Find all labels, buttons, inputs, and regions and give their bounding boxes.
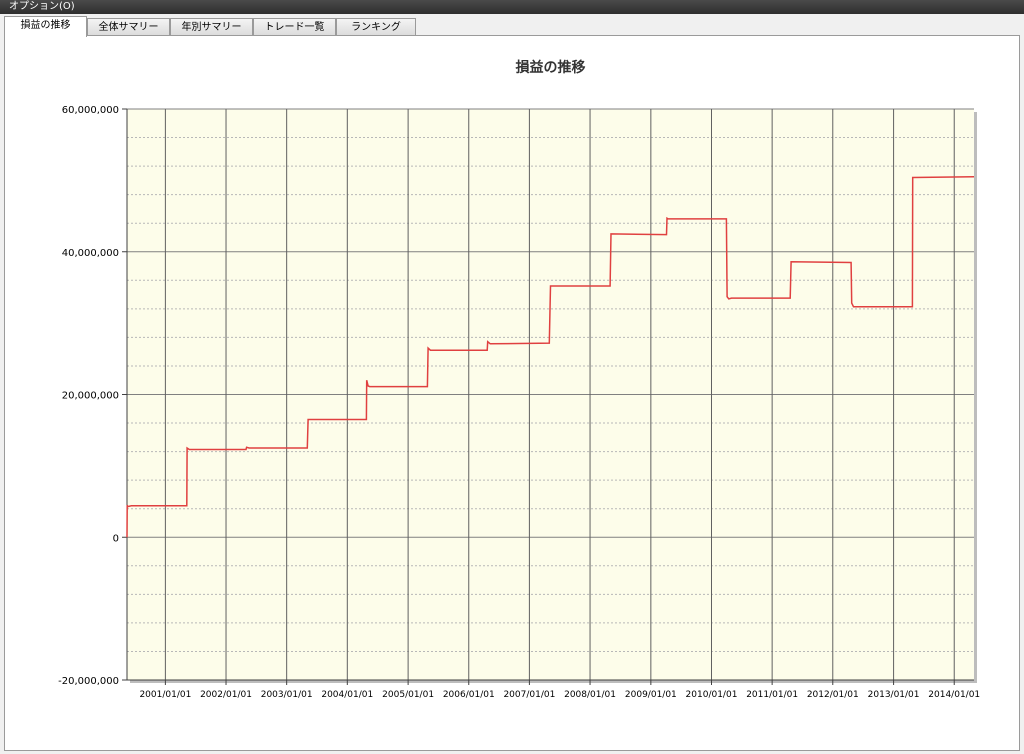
x-tick-label: 2004/01/01: [321, 690, 373, 700]
x-tick-label: 2009/01/01: [625, 690, 677, 700]
options-menu[interactable]: オプション(O): [9, 1, 75, 13]
chart-title: 損益の推移: [516, 59, 586, 76]
x-tick-label: 2007/01/01: [503, 690, 555, 700]
y-tick-label: 60,000,000: [62, 105, 119, 116]
chart-panel: -20,000,000 0 20,000,000 40,000,000 60,000,0…: [4, 35, 1020, 751]
x-tick-label: 2012/01/01: [807, 690, 859, 700]
tab-ranking[interactable]: ランキング: [336, 18, 416, 35]
tab-yearly-summary[interactable]: 年別サマリー: [170, 18, 253, 35]
x-tick-label: 2011/01/01: [746, 690, 798, 700]
x-tick-label: 2005/01/01: [382, 690, 434, 700]
x-tick-label: 2003/01/01: [261, 690, 313, 700]
tab-bar: 損益の推移 全体サマリー 年別サマリー トレード一覧 ランキング: [4, 16, 1020, 37]
x-tick-label: 2006/01/01: [443, 690, 495, 700]
tab-overall-summary[interactable]: 全体サマリー: [87, 18, 170, 35]
x-tick-label: 2002/01/01: [200, 690, 252, 700]
x-tick-label: 2013/01/01: [868, 690, 920, 700]
y-tick-label: -20,000,000: [58, 676, 119, 687]
x-tick-label: 2014/01/01: [928, 690, 980, 700]
tab-trade-list[interactable]: トレード一覧: [253, 18, 336, 35]
x-tick-label: 2001/01/01: [139, 690, 191, 700]
x-tick-label: 2008/01/01: [564, 690, 616, 700]
y-tick-label: 0: [113, 533, 119, 544]
x-tick-label: 2010/01/01: [686, 690, 738, 700]
y-tick-label: 40,000,000: [62, 248, 119, 259]
menu-bar: オプション(O): [0, 0, 1024, 14]
y-tick-label: 20,000,000: [62, 391, 119, 402]
tab-pnl-trend[interactable]: 損益の推移: [4, 16, 87, 37]
pnl-chart: -20,000,000 0 20,000,000 40,000,000 60,000,0…: [58, 59, 980, 700]
